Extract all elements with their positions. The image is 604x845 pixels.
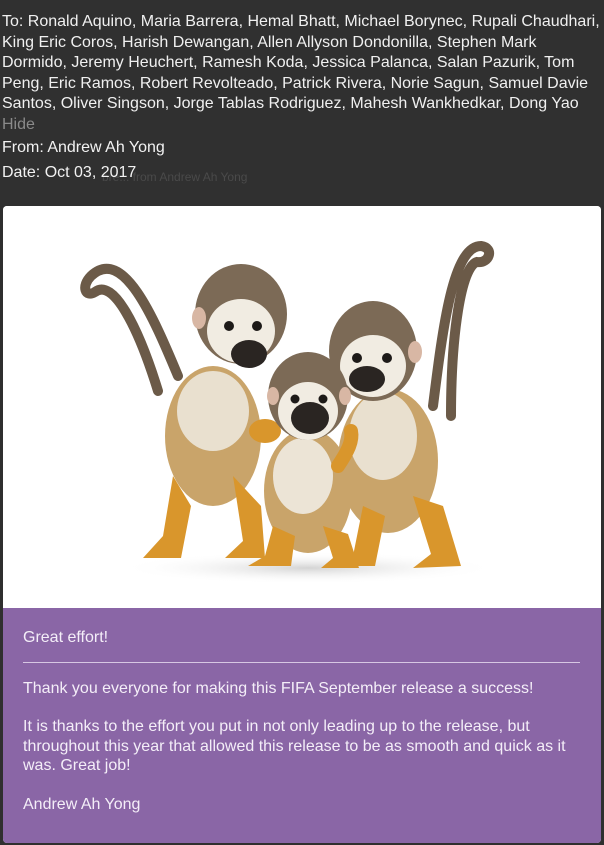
to-label: To:: [2, 13, 24, 30]
date-line: Date: Oct 03, 2017: [2, 163, 137, 181]
message-paragraph-2: It is thanks to the effort you put in no…: [23, 718, 566, 774]
signature-text: Andrew Ah Yong: [23, 795, 141, 813]
from-line: From: Andrew Ah Yong: [2, 139, 165, 156]
recipients-list: Ronald Aquino, Maria Barrera, Hemal Bhat…: [2, 13, 600, 112]
monkeys-photo: [3, 206, 601, 608]
greeting-text: Great effort!: [23, 629, 109, 646]
hide-recipients-link[interactable]: Hide: [2, 115, 602, 136]
message-card: Great effort! Thank you everyone for mak…: [3, 206, 601, 843]
monkeys-illustration: [80, 240, 498, 584]
message-paragraph-1: Thank you everyone for making this FIFA …: [23, 679, 534, 697]
message-body: Great effort! Thank you everyone for mak…: [3, 608, 601, 843]
message-divider: [23, 661, 580, 663]
recipients-line: To: Ronald Aquino, Maria Barrera, Hemal …: [2, 12, 602, 115]
date-row: Date: Oct 03, 2017 bre... from Andrew Ah…: [2, 163, 602, 185]
email-header: To: Ronald Aquino, Maria Barrera, Hemal …: [0, 0, 604, 206]
